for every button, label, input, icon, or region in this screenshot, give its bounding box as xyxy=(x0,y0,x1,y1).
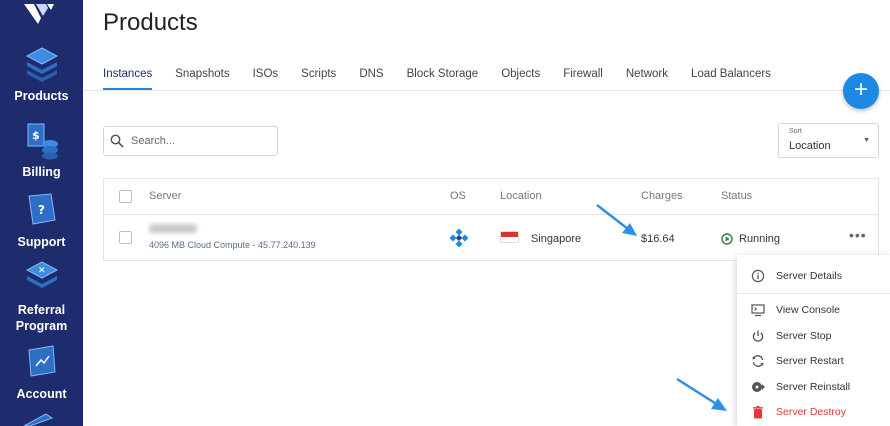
sidebar-item-support[interactable]: ? Support xyxy=(0,190,83,250)
tab-snapshots[interactable]: Snapshots xyxy=(175,62,229,90)
menu-item-label: Server Stop xyxy=(776,330,832,342)
tab-objects[interactable]: Objects xyxy=(501,62,540,90)
sort-label: Sort xyxy=(789,128,802,135)
svg-text:?: ? xyxy=(38,203,45,217)
tab-instances[interactable]: Instances xyxy=(103,62,153,90)
page-title: Products xyxy=(103,9,198,36)
reinstall-icon xyxy=(752,382,765,392)
info-icon xyxy=(751,269,765,283)
add-server-button[interactable]: + xyxy=(843,73,879,109)
server-charges: $16.64 xyxy=(641,233,675,245)
menu-item-label: Server Restart xyxy=(776,355,844,367)
tab-scripts[interactable]: Scripts xyxy=(301,62,336,90)
menu-item-server-destroy[interactable]: Server Destroy xyxy=(737,400,890,424)
tab-firewall[interactable]: Firewall xyxy=(563,62,603,90)
menu-item-server-reinstall[interactable]: Server Reinstall xyxy=(737,375,890,399)
search-icon xyxy=(110,134,124,148)
singapore-flag-icon xyxy=(500,231,519,243)
column-header-charges[interactable]: Charges xyxy=(641,190,683,202)
menu-item-label: Server Reinstall xyxy=(776,381,851,393)
column-header-server[interactable]: Server xyxy=(149,190,181,202)
search-box xyxy=(103,126,278,156)
menu-item-server-details[interactable]: Server Details xyxy=(737,264,890,288)
menu-item-label: View Console xyxy=(776,304,841,316)
menu-item-view-console[interactable]: View Console xyxy=(737,298,890,322)
sidebar-item-referral[interactable]: ✕ Referral Program xyxy=(0,258,83,334)
table-row[interactable]: 4096 MB Cloud Compute - 45.77.240.139 Si… xyxy=(104,215,878,260)
server-subtitle: 4096 MB Cloud Compute - 45.77.240.139 xyxy=(149,240,316,250)
referral-icon: ✕ xyxy=(25,261,58,288)
annotation-arrow-charges xyxy=(596,204,637,236)
account-icon xyxy=(27,345,56,377)
server-actions-menu: Server Details View Console Server Stop xyxy=(737,255,890,426)
monitor-icon xyxy=(751,304,765,317)
server-name-redacted[interactable] xyxy=(149,224,197,233)
support-icon: ? xyxy=(27,193,56,225)
menu-item-label: Server Destroy xyxy=(776,406,847,418)
sidebar-item-products[interactable]: Products xyxy=(0,44,83,104)
svg-text:✕: ✕ xyxy=(38,266,46,276)
select-all-checkbox[interactable] xyxy=(119,190,132,203)
menu-item-server-stop[interactable]: Server Stop xyxy=(737,324,890,348)
server-status: Running xyxy=(739,233,780,245)
os-logo-icon xyxy=(450,229,468,247)
more-options-button[interactable]: ••• xyxy=(849,227,867,243)
sidebar-item-account[interactable]: Account xyxy=(0,342,83,402)
sidebar: Products $ Billing ? Support ✕ Referral … xyxy=(0,0,83,426)
column-header-status[interactable]: Status xyxy=(721,190,752,202)
menu-divider xyxy=(737,293,890,294)
table-header: Server OS Location Charges Status xyxy=(104,179,878,215)
chevron-down-icon: ▼ xyxy=(863,137,870,144)
sidebar-item-label: Support xyxy=(17,235,66,249)
sidebar-item-billing[interactable]: $ Billing xyxy=(0,120,83,180)
running-status-icon xyxy=(721,233,733,245)
annotation-arrow-destroy xyxy=(676,377,727,411)
svg-text:$: $ xyxy=(32,129,40,142)
products-icon xyxy=(25,47,58,82)
sidebar-item-label: Billing xyxy=(22,165,61,179)
more-nav-icon xyxy=(23,413,54,426)
row-checkbox[interactable] xyxy=(119,231,132,244)
trash-icon xyxy=(753,406,763,419)
sort-select[interactable]: Sort Location ▼ xyxy=(778,123,879,158)
sort-value: Location xyxy=(789,140,831,152)
menu-item-server-restart[interactable]: Server Restart xyxy=(737,349,890,373)
menu-item-label: Server Details xyxy=(776,270,842,282)
tabs-divider xyxy=(83,90,890,91)
restart-icon xyxy=(752,355,764,367)
tab-network[interactable]: Network xyxy=(626,62,668,90)
tab-load-balancers[interactable]: Load Balancers xyxy=(691,62,771,90)
column-header-os[interactable]: OS xyxy=(450,190,466,202)
vultr-logo-icon[interactable] xyxy=(22,2,56,30)
product-tabs: Instances Snapshots ISOs Scripts DNS Blo… xyxy=(103,62,794,90)
app-root: Products $ Billing ? Support ✕ Referral … xyxy=(0,0,890,426)
sidebar-item-label: Products xyxy=(14,89,69,103)
sidebar-item-label: Account xyxy=(16,387,67,401)
power-icon xyxy=(752,330,764,342)
servers-table: Server OS Location Charges Status 4096 M… xyxy=(103,178,879,261)
tab-block-storage[interactable]: Block Storage xyxy=(407,62,479,90)
billing-icon: $ xyxy=(27,123,58,160)
tab-isos[interactable]: ISOs xyxy=(253,62,279,90)
tab-dns[interactable]: DNS xyxy=(359,62,383,90)
column-header-location[interactable]: Location xyxy=(500,190,542,202)
search-input[interactable] xyxy=(131,132,271,150)
server-location: Singapore xyxy=(531,233,582,245)
sidebar-item-label: Referral Program xyxy=(15,303,68,333)
